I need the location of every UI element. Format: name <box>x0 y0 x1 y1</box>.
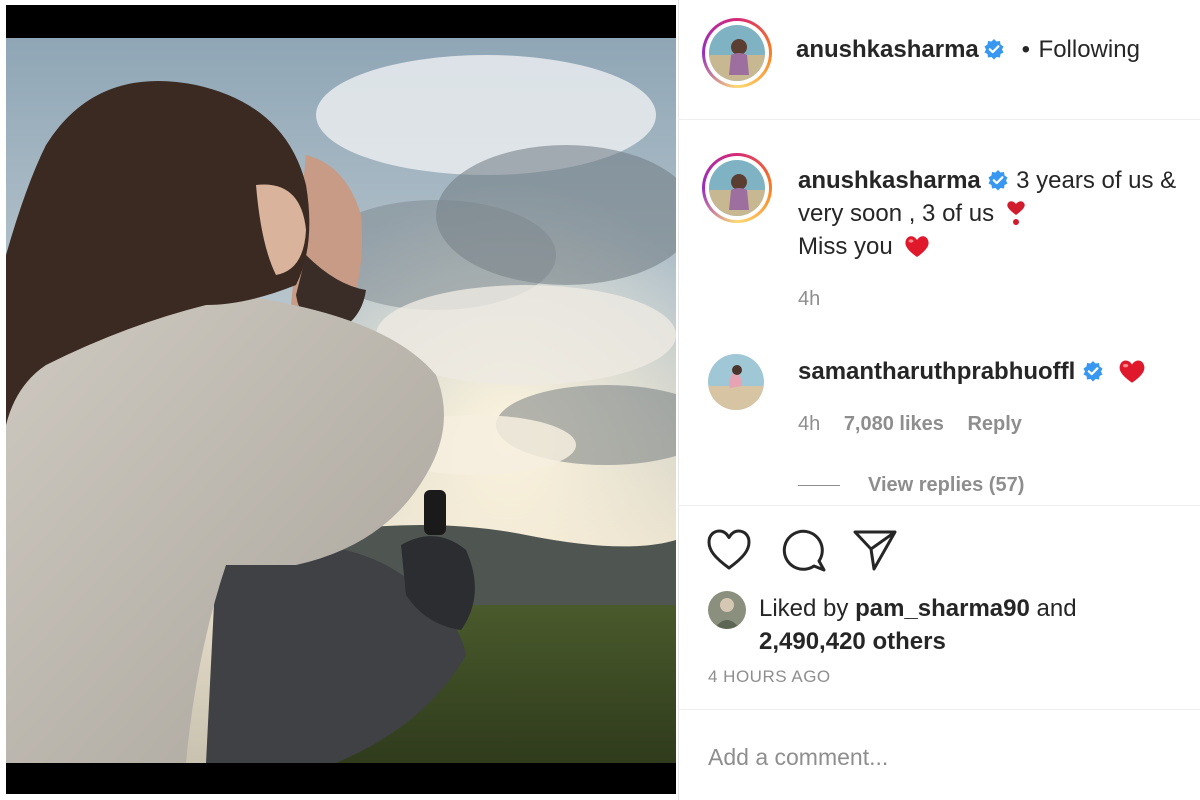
post-actions: Liked by pam_sharma90 and 2,490,420 othe… <box>678 505 1200 709</box>
red-heart-icon <box>905 236 929 257</box>
heart-icon[interactable] <box>706 529 752 571</box>
caption-line-1: 3 years of us & <box>1016 167 1177 194</box>
header-username[interactable]: anushkasharma <box>796 36 979 63</box>
avatar[interactable] <box>702 18 772 88</box>
caption-line-3: Miss you <box>798 233 893 260</box>
commenter-username[interactable]: samantharuthprabhuoffl <box>798 358 1075 385</box>
caption-text: anushkasharma 3 years of us & very soon … <box>798 164 1193 263</box>
post-side-panel: anushkasharma • Following anushkasharma … <box>678 0 1200 800</box>
comment-likes[interactable]: 7,080 likes <box>844 413 944 435</box>
post-header: anushkasharma • Following <box>678 0 1200 120</box>
verified-badge-icon <box>1083 361 1103 382</box>
view-replies-button[interactable]: View replies (57) <box>798 474 1024 497</box>
post-timestamp[interactable]: 4 HOURS AGO <box>708 667 831 687</box>
likes-summary: Liked by pam_sharma90 and 2,490,420 othe… <box>759 592 1077 658</box>
view-replies-label: View replies (57) <box>868 474 1025 496</box>
comment-bar <box>678 709 1200 800</box>
caption-time[interactable]: 4h <box>798 288 820 311</box>
comment-time[interactable]: 4h <box>798 413 820 435</box>
following-button[interactable]: Following <box>1039 36 1140 63</box>
liked-by-and: and <box>1036 595 1077 622</box>
post-photo-image <box>6 5 676 794</box>
comment-icon[interactable] <box>781 527 827 573</box>
post-photo[interactable] <box>6 5 676 794</box>
verified-badge-icon <box>984 39 1004 60</box>
reply-line <box>798 485 840 487</box>
verified-badge-icon <box>988 170 1008 191</box>
liker-avatar[interactable] <box>708 591 746 629</box>
liked-by-prefix: Liked by <box>759 595 849 622</box>
share-icon[interactable] <box>852 528 898 572</box>
reply-button[interactable]: Reply <box>967 413 1021 435</box>
commenter-avatar[interactable] <box>708 354 764 410</box>
separator-dot: • <box>1021 36 1031 63</box>
caption-avatar[interactable] <box>702 153 772 223</box>
caption-line-2: very soon , 3 of us <box>798 200 995 227</box>
add-comment-input[interactable] <box>708 744 1168 771</box>
comment-meta: 4h 7,080 likes Reply <box>798 413 1022 436</box>
liked-by-user[interactable]: pam_sharma90 <box>855 595 1030 622</box>
caption-username[interactable]: anushkasharma <box>798 167 981 194</box>
red-heart-icon <box>1119 360 1145 383</box>
heart-exclamation-icon <box>1007 201 1025 225</box>
liked-by-others[interactable]: 2,490,420 others <box>759 628 946 655</box>
